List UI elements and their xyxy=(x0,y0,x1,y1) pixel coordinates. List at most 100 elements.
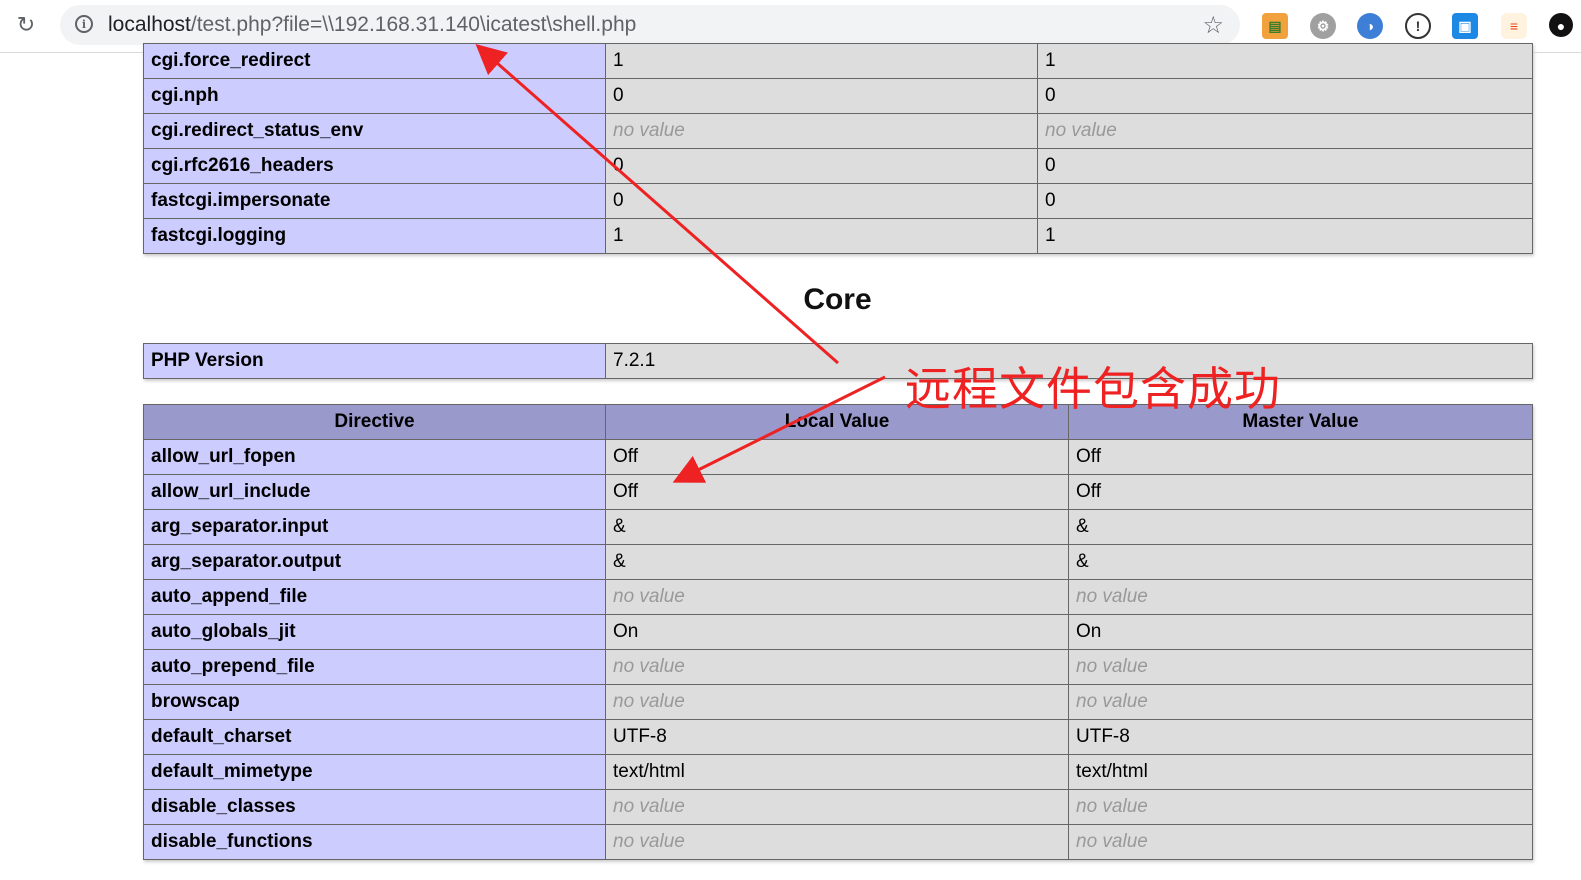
no-value-text: no value xyxy=(1076,586,1148,607)
directive-name: cgi.redirect_status_env xyxy=(143,113,606,149)
local-value: 1 xyxy=(605,43,1038,79)
table-row: cgi.rfc2616_headers 0 0 xyxy=(143,148,1533,184)
directive-name: auto_prepend_file xyxy=(143,649,606,685)
directive-name: cgi.rfc2616_headers xyxy=(143,148,606,184)
table-row: default_mimetype text/html text/html xyxy=(143,754,1533,790)
php-version-label: PHP Version xyxy=(143,343,606,379)
master-value: 0 xyxy=(1037,148,1533,184)
no-value-text: no value xyxy=(1045,120,1117,141)
local-value: text/html xyxy=(605,754,1069,790)
extension-info-icon[interactable]: ! xyxy=(1405,13,1431,39)
directive-name: arg_separator.input xyxy=(143,509,606,545)
master-value: & xyxy=(1068,509,1533,545)
reload-icon[interactable]: ↻ xyxy=(12,12,40,40)
master-value: 1 xyxy=(1037,43,1533,79)
no-value-text: no value xyxy=(1076,691,1148,712)
local-value: no value xyxy=(605,579,1069,615)
directive-name: allow_url_fopen xyxy=(143,439,606,475)
master-value: no value xyxy=(1068,789,1533,825)
master-value: 0 xyxy=(1037,183,1533,219)
local-value: no value xyxy=(605,684,1069,720)
local-value: no value xyxy=(605,113,1038,149)
master-value: no value xyxy=(1068,649,1533,685)
master-value: Off xyxy=(1068,439,1533,475)
local-value: & xyxy=(605,544,1069,580)
master-value: text/html xyxy=(1068,754,1533,790)
local-value: On xyxy=(605,614,1069,650)
directive-name: allow_url_include xyxy=(143,474,606,510)
site-info-icon[interactable]: i xyxy=(75,15,93,33)
master-value: no value xyxy=(1068,684,1533,720)
directive-name: disable_classes xyxy=(143,789,606,825)
directive-name: fastcgi.impersonate xyxy=(143,183,606,219)
master-value: 1 xyxy=(1037,218,1533,254)
extension-circle-icon[interactable]: ◑ xyxy=(1357,13,1383,39)
table-row: auto_globals_jit On On xyxy=(143,614,1533,650)
bookmark-star-icon[interactable]: ☆ xyxy=(1202,11,1224,39)
no-value-text: no value xyxy=(1076,656,1148,677)
extension-dark-icon[interactable]: ● xyxy=(1549,13,1573,37)
directive-name: cgi.force_redirect xyxy=(143,43,606,79)
master-value: no value xyxy=(1068,824,1533,860)
table-row: browscap no value no value xyxy=(143,684,1533,720)
local-value: no value xyxy=(605,789,1069,825)
cgi-config-table: cgi.force_redirect 1 1 cgi.nph 0 0 cgi.redirec… xyxy=(143,43,1533,254)
local-value: Off xyxy=(605,474,1069,510)
annotation-label: 远程文件包含成功 xyxy=(905,362,1281,416)
url-host: localhost xyxy=(108,13,191,36)
table-header-row: Directive Local Value Master Value xyxy=(143,404,1533,440)
directive-name: cgi.nph xyxy=(143,78,606,114)
directive-name: browscap xyxy=(143,684,606,720)
table-row: cgi.force_redirect 1 1 xyxy=(143,43,1533,79)
directive-name: arg_separator.output xyxy=(143,544,606,580)
master-value: no value xyxy=(1068,579,1533,615)
phpinfo-content: cgi.force_redirect 1 1 cgi.nph 0 0 cgi.redirec… xyxy=(143,43,1533,860)
local-value: no value xyxy=(605,824,1069,860)
extension-gear-icon[interactable]: ⚙ xyxy=(1310,13,1336,39)
local-value: 1 xyxy=(605,218,1038,254)
local-value: Off xyxy=(605,439,1069,475)
table-row: allow_url_fopen Off Off xyxy=(143,439,1533,475)
table-row: fastcgi.impersonate 0 0 xyxy=(143,183,1533,219)
table-row: disable_classes no value no value xyxy=(143,789,1533,825)
local-value: 0 xyxy=(605,78,1038,114)
table-row: auto_append_file no value no value xyxy=(143,579,1533,615)
table-row: cgi.nph 0 0 xyxy=(143,78,1533,114)
local-value: 0 xyxy=(605,148,1038,184)
no-value-text: no value xyxy=(613,691,685,712)
master-value: UTF-8 xyxy=(1068,719,1533,755)
directive-name: disable_functions xyxy=(143,824,606,860)
extension-fj-icon[interactable]: ▣ xyxy=(1452,13,1478,39)
no-value-text: no value xyxy=(613,656,685,677)
master-value: On xyxy=(1068,614,1533,650)
directive-name: default_charset xyxy=(143,719,606,755)
php-version-table: PHP Version 7.2.1 xyxy=(143,343,1533,379)
header-directive: Directive xyxy=(143,404,606,440)
table-row: cgi.redirect_status_env no value no value xyxy=(143,113,1533,149)
core-directives-table: Directive Local Value Master Value allow… xyxy=(143,404,1533,860)
url-text[interactable]: localhost/test.php?file=\\192.168.31.140… xyxy=(108,13,636,37)
directive-name: fastcgi.logging xyxy=(143,218,606,254)
local-value: 0 xyxy=(605,183,1038,219)
table-row: auto_prepend_file no value no value xyxy=(143,649,1533,685)
no-value-text: no value xyxy=(613,831,685,852)
section-title-core: Core xyxy=(803,283,872,316)
local-value: & xyxy=(605,509,1069,545)
no-value-text: no value xyxy=(1076,831,1148,852)
no-value-text: no value xyxy=(1076,796,1148,817)
master-value: Off xyxy=(1068,474,1533,510)
table-row: default_charset UTF-8 UTF-8 xyxy=(143,719,1533,755)
table-row: arg_separator.output & & xyxy=(143,544,1533,580)
no-value-text: no value xyxy=(613,120,685,141)
php-version-row: PHP Version 7.2.1 xyxy=(143,343,1533,379)
address-bar[interactable]: i localhost/test.php?file=\\192.168.31.1… xyxy=(60,5,1240,45)
table-row: arg_separator.input & & xyxy=(143,509,1533,545)
extension-stack-icon[interactable]: ≡ xyxy=(1501,13,1527,39)
master-value: 0 xyxy=(1037,78,1533,114)
master-value: & xyxy=(1068,544,1533,580)
extension-basket-icon[interactable]: ▤ xyxy=(1262,13,1288,39)
table-row: fastcgi.logging 1 1 xyxy=(143,218,1533,254)
directive-name: auto_append_file xyxy=(143,579,606,615)
no-value-text: no value xyxy=(613,796,685,817)
table-row: allow_url_include Off Off xyxy=(143,474,1533,510)
